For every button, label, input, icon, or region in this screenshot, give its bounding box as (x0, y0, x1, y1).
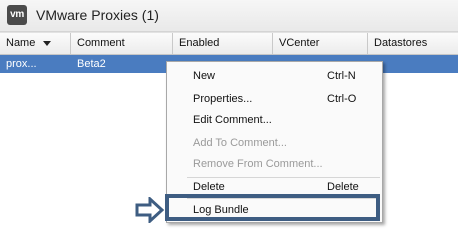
menu-item-edit-comment[interactable]: Edit Comment... (167, 110, 382, 130)
column-header-label: Datastores (374, 37, 428, 49)
column-header-datastores[interactable]: Datastores (368, 33, 458, 54)
title-bar: vm VMware Proxies (1) (0, 0, 458, 32)
column-header-label: VCenter (279, 37, 320, 49)
column-header-vcenter[interactable]: VCenter (273, 33, 368, 54)
cell-comment: Beta2 (77, 58, 106, 70)
menu-item-remove-from-comment: Remove From Comment... (167, 154, 382, 174)
vmware-logo-icon: vm (7, 5, 27, 25)
column-header-label: Comment (77, 37, 125, 49)
menu-item-add-to-comment: Add To Comment... (167, 133, 382, 153)
menu-item-shortcut: Ctrl-N (327, 70, 356, 82)
column-header-name[interactable]: Name (0, 33, 71, 54)
menu-item-new[interactable]: New Ctrl-N (167, 66, 382, 86)
menu-item-properties[interactable]: Properties... Ctrl-O (167, 89, 382, 109)
column-header-label: Enabled (179, 37, 220, 49)
cell-name: prox... (6, 58, 37, 70)
menu-item-label: Add To Comment... (193, 137, 287, 149)
menu-item-label: New (193, 70, 216, 82)
menu-item-label: Edit Comment... (193, 114, 272, 126)
column-header-comment[interactable]: Comment (71, 33, 173, 54)
menu-item-label: Properties... (193, 93, 253, 105)
log-bundle-highlight-box (165, 194, 380, 221)
menu-item-label: Remove From Comment... (193, 158, 323, 170)
sort-descending-icon (43, 40, 52, 46)
column-header-enabled[interactable]: Enabled (173, 33, 273, 54)
table-header: Name Comment Enabled VCenter Datastores (0, 32, 458, 55)
pointer-arrow-icon (135, 197, 165, 223)
menu-item-shortcut: Ctrl-O (327, 93, 357, 105)
column-header-label: Name (6, 37, 36, 49)
window-title: VMware Proxies (1) (36, 7, 159, 23)
